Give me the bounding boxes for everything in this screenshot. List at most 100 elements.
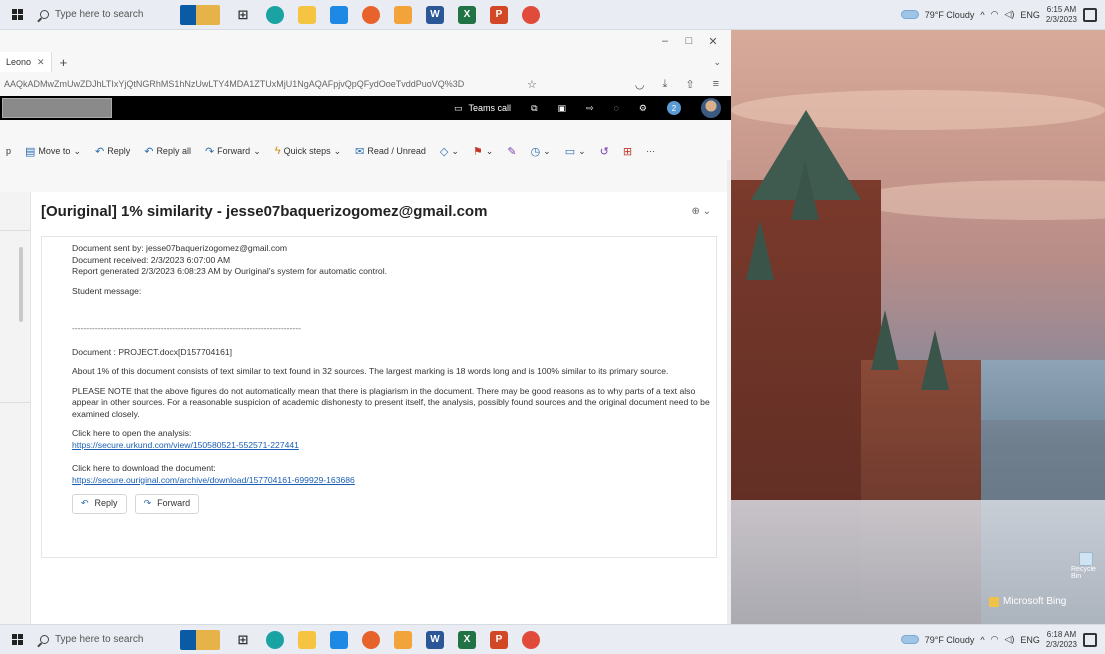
address-url[interactable]: AAQkADMwZmUwZDJhLTIxYjQtNGRhMS1hNzUwLTY4…: [4, 79, 527, 89]
browser-window: – □ ✕ Leono ✕ + ⌄ AAQkADMwZmUwZDJhLTIxYj…: [0, 30, 731, 624]
move-to-button[interactable]: ▤ Move to ⌄: [25, 145, 81, 158]
avatar[interactable]: [701, 98, 721, 118]
chrome-icon[interactable]: [522, 5, 540, 24]
reply-all-button[interactable]: ↶ Reply all: [144, 145, 191, 158]
address-bar[interactable]: AAQkADMwZmUwZDJhLTIxYjQtNGRhMS1hNzUwLTY4…: [0, 72, 731, 96]
language-indicator[interactable]: ENG: [1020, 10, 1040, 20]
wifi-icon[interactable]: ◠: [991, 634, 999, 645]
start-button[interactable]: [0, 625, 34, 654]
download-icon[interactable]: ⤓: [662, 78, 667, 91]
volume-icon[interactable]: ◁): [1004, 9, 1014, 20]
recycle-bin[interactable]: Recycle Bin: [1071, 552, 1101, 580]
firefox-icon[interactable]: [362, 5, 380, 24]
apps-button[interactable]: ⊞: [623, 145, 632, 158]
system-tray: 79°F Cloudy ^ ◠ ◁) ENG 6:18 AM 2/3/2023: [900, 630, 1105, 650]
volume-icon[interactable]: ◁): [1004, 634, 1014, 645]
task-view-icon[interactable]: ⊞: [234, 6, 252, 24]
file-explorer-icon[interactable]: [298, 5, 316, 24]
clock[interactable]: 6:15 AM 2/3/2023: [1046, 5, 1077, 25]
forward-button[interactable]: ↷ Forward ⌄: [205, 145, 261, 158]
menu-icon[interactable]: ≡: [713, 78, 719, 91]
bing-logo-icon: [989, 596, 999, 607]
share-icon[interactable]: ⇧: [685, 78, 694, 91]
weather-text[interactable]: 79°F Cloudy: [925, 635, 975, 645]
teams-call-button[interactable]: ▭ Teams call: [454, 103, 511, 114]
clock[interactable]: 6:18 AM 2/3/2023: [1046, 630, 1077, 650]
onenote-icon[interactable]: ▣: [558, 103, 567, 114]
powerpoint-icon[interactable]: P: [490, 630, 508, 649]
app-icon[interactable]: [394, 5, 412, 24]
pin-button[interactable]: ✎: [507, 145, 516, 158]
browser-tab[interactable]: Leono ✕: [0, 52, 52, 72]
task-view-icon[interactable]: ⊞: [234, 631, 252, 649]
app-icon[interactable]: [394, 630, 412, 649]
reply-all-label: Reply all: [156, 146, 191, 156]
reply-icon: ↶: [81, 498, 89, 508]
chrome-icon[interactable]: [522, 630, 540, 649]
tag-button[interactable]: ◇ ⌄: [440, 145, 459, 158]
forward-header-icon[interactable]: ⇨: [586, 103, 594, 114]
tips-badge[interactable]: 2: [667, 101, 681, 115]
reply-button[interactable]: ↶ Reply: [95, 145, 130, 158]
inline-forward-label: Forward: [157, 498, 191, 508]
word-icon[interactable]: W: [426, 630, 444, 649]
wifi-icon[interactable]: ◠: [991, 9, 999, 20]
inline-forward-button[interactable]: ↷ Forward: [134, 494, 200, 514]
download-link[interactable]: https://secure.ouriginal.com/archive/dow…: [72, 475, 355, 485]
chevron-down-icon[interactable]: ⌄: [713, 57, 731, 68]
excel-icon[interactable]: X: [458, 5, 476, 24]
edge-icon[interactable]: [266, 5, 284, 24]
bing-watermark[interactable]: Microsoft Bing: [989, 596, 1066, 607]
more-actions-button[interactable]: ···: [646, 146, 655, 156]
weather-text[interactable]: 79°F Cloudy: [925, 10, 975, 20]
windows-icon: [11, 9, 23, 20]
store-icon[interactable]: [330, 5, 348, 24]
read-unread-button[interactable]: ✉ Read / Unread: [355, 145, 426, 158]
powerpoint-icon[interactable]: P: [490, 5, 508, 24]
firefox-icon[interactable]: [362, 630, 380, 649]
taskbar-search[interactable]: Type here to search: [34, 629, 154, 651]
tab-close-icon[interactable]: ✕: [37, 57, 45, 68]
excel-icon[interactable]: X: [458, 630, 476, 649]
inline-reply-button[interactable]: ↶ Reply: [72, 494, 127, 514]
quick-steps-button[interactable]: ϟ Quick steps ⌄: [275, 145, 341, 157]
flag-button[interactable]: ⚑ ⌄: [473, 145, 493, 158]
new-tab-icon[interactable]: +: [52, 55, 76, 70]
analysis-link[interactable]: https://secure.urkund.com/view/150580521…: [72, 440, 299, 450]
notification-icon[interactable]: [1083, 7, 1097, 22]
ribbon-overflow-left[interactable]: p: [6, 146, 11, 156]
apps-grid-icon: ⊞: [622, 145, 633, 158]
chat-icon[interactable]: ⧉: [531, 103, 537, 114]
outlook-search-box[interactable]: [2, 98, 112, 118]
note-paragraph: PLEASE NOTE that the above figures do no…: [72, 385, 710, 419]
pinned-window-thumbnail[interactable]: [180, 629, 220, 650]
notification-icon[interactable]: [1083, 632, 1097, 647]
teams-call-label: Teams call: [468, 103, 512, 113]
word-icon[interactable]: W: [426, 5, 444, 24]
weather-icon: [900, 635, 919, 644]
start-button[interactable]: [0, 0, 34, 30]
outlook-header-actions: ▭ Teams call ⧉ ▣ ⇨ ◌ ⚙ 2: [454, 98, 721, 118]
pinned-window-thumbnail[interactable]: [180, 4, 220, 25]
maximize-icon[interactable]: □: [677, 30, 701, 52]
snooze-button[interactable]: ◷ ⌄: [531, 145, 551, 158]
rules-button[interactable]: ▭ ⌄: [565, 145, 586, 158]
store-icon[interactable]: [330, 630, 348, 649]
minimize-icon[interactable]: –: [653, 30, 677, 52]
bookmark-star-icon[interactable]: ☆: [527, 78, 537, 91]
taskbar-search[interactable]: Type here to search: [34, 4, 154, 26]
zoom-icon[interactable]: ⊕ ⌄: [691, 206, 711, 217]
chevron-up-icon[interactable]: ^: [980, 10, 984, 20]
desktop-wallpaper: Recycle Bin Microsoft Bing: [731, 30, 1105, 624]
settings-gear-icon[interactable]: ⚙: [639, 103, 647, 114]
chevron-up-icon[interactable]: ^: [980, 635, 984, 645]
language-indicator[interactable]: ENG: [1020, 635, 1040, 645]
undo-button[interactable]: ↺: [600, 145, 609, 158]
close-icon[interactable]: ✕: [701, 30, 725, 52]
edge-icon[interactable]: [266, 630, 284, 649]
open-analysis-label: Click here to open the analysis:: [72, 428, 192, 438]
pocket-icon[interactable]: ◡: [635, 78, 645, 91]
file-explorer-icon[interactable]: [298, 630, 316, 649]
bell-icon[interactable]: ◌: [614, 103, 619, 113]
folder-scrollbar[interactable]: [19, 247, 23, 322]
